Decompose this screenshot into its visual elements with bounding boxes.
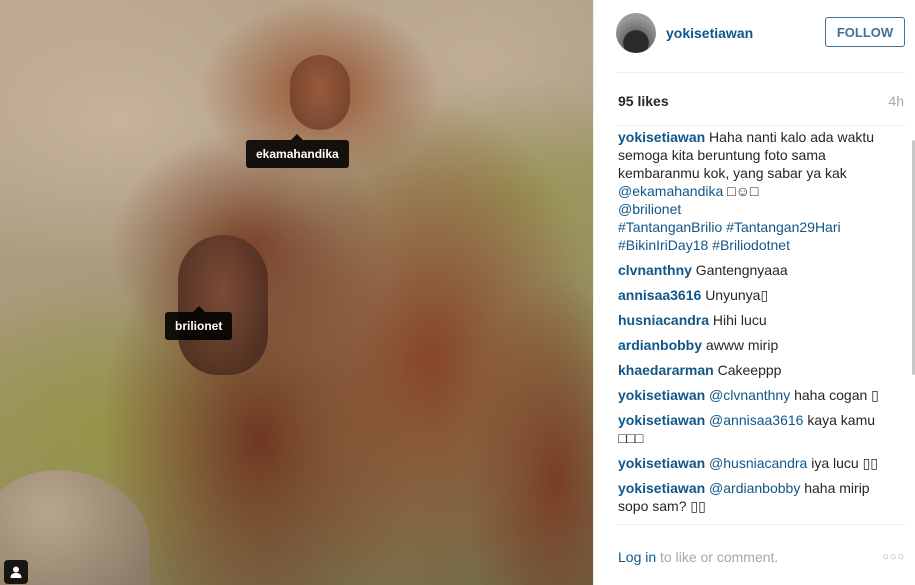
- comment-text: Hihi lucu: [712, 312, 767, 328]
- comment-item: annisaa3616 Unyunya▯: [618, 286, 900, 304]
- comment-username[interactable]: yokisetiawan: [618, 480, 705, 496]
- author-username[interactable]: yokisetiawan: [666, 25, 753, 41]
- comment-item: clvnanthny Gantengnyaaa: [618, 261, 900, 279]
- post-sidebar: yokisetiawan FOLLOW 95 likes 4h yokiseti…: [593, 0, 915, 585]
- likes-count[interactable]: 95 likes: [618, 93, 669, 109]
- comment-item: yokisetiawan @husniacandra iya lucu ▯▯: [618, 454, 900, 472]
- comment-item: khaedararman Cakeeppp: [618, 361, 900, 379]
- follow-button[interactable]: FOLLOW: [825, 17, 905, 47]
- caption: yokisetiawan Haha nanti kalo ada waktu s…: [618, 128, 900, 254]
- person-icon: [10, 566, 22, 578]
- caption-hashtag[interactable]: #Tantangan29Hari: [726, 219, 840, 235]
- photo-adult-orangutan: [178, 235, 268, 375]
- user-tags-toggle[interactable]: [4, 560, 28, 584]
- user-tag-ekamahandika[interactable]: ekamahandika: [246, 134, 349, 168]
- ellipsis-icon[interactable]: ○○○: [882, 551, 905, 563]
- user-tag-brilionet[interactable]: brilionet: [165, 306, 233, 340]
- comment-username[interactable]: yokisetiawan: [618, 455, 705, 471]
- comment-username[interactable]: husniacandra: [618, 312, 709, 328]
- comment-item: yokisetiawan @clvnanthny haha cogan ▯: [618, 386, 900, 404]
- login-prompt: Log in to like or comment.: [618, 549, 778, 565]
- comment-item: ardianbobby awww mirip: [618, 336, 900, 354]
- comment-username[interactable]: annisaa3616: [618, 287, 701, 303]
- photo-baby-orangutan: [290, 55, 350, 130]
- login-prompt-text: to like or comment.: [656, 549, 779, 565]
- comment-username[interactable]: clvnanthny: [618, 262, 692, 278]
- avatar[interactable]: [616, 13, 656, 53]
- divider: [616, 524, 905, 525]
- comment-username[interactable]: yokisetiawan: [618, 387, 705, 403]
- login-link[interactable]: Log in: [618, 549, 656, 565]
- comment-item: husniacandra Hihi lucu: [618, 311, 900, 329]
- divider: [616, 125, 905, 126]
- comments-list[interactable]: yokisetiawan Haha nanti kalo ada waktu s…: [618, 128, 900, 520]
- comment-mention[interactable]: @clvnanthny: [709, 387, 790, 403]
- caption-hashtag[interactable]: #TantanganBrilio: [618, 219, 722, 235]
- comment-username[interactable]: khaedararman: [618, 362, 714, 378]
- comment-mention[interactable]: @husniacandra: [709, 455, 807, 471]
- comment-username[interactable]: yokisetiawan: [618, 412, 705, 428]
- comment-item: yokisetiawan @annisaa3616 kaya kamu □□□: [618, 411, 900, 447]
- comment-text: Gantengnyaaa: [695, 262, 788, 278]
- post-header: yokisetiawan FOLLOW: [594, 0, 915, 72]
- post-timestamp[interactable]: 4h: [888, 93, 904, 109]
- caption-mention[interactable]: @ekamahandika: [618, 183, 723, 199]
- caption-mention[interactable]: @brilionet: [618, 201, 681, 217]
- comment-mention[interactable]: @ardianbobby: [709, 480, 800, 496]
- caption-emoji: □☺□: [727, 183, 759, 199]
- comment-text: awww mirip: [705, 337, 779, 353]
- comment-item: yokisetiawan @ardianbobby haha mirip sop…: [618, 479, 900, 515]
- comment-mention[interactable]: @annisaa3616: [709, 412, 803, 428]
- post-photo[interactable]: ekamahandika brilionet: [0, 0, 593, 585]
- caption-hashtag[interactable]: #Briliodotnet: [712, 237, 790, 253]
- comment-text: Cakeeppp: [717, 362, 782, 378]
- comment-username[interactable]: ardianbobby: [618, 337, 702, 353]
- comment-text: haha cogan ▯: [794, 387, 879, 403]
- comment-text: iya lucu ▯▯: [811, 455, 878, 471]
- comment-text: Unyunya▯: [705, 287, 769, 303]
- divider: [616, 72, 905, 73]
- caption-username[interactable]: yokisetiawan: [618, 129, 705, 145]
- caption-hashtag[interactable]: #BikinIriDay18: [618, 237, 708, 253]
